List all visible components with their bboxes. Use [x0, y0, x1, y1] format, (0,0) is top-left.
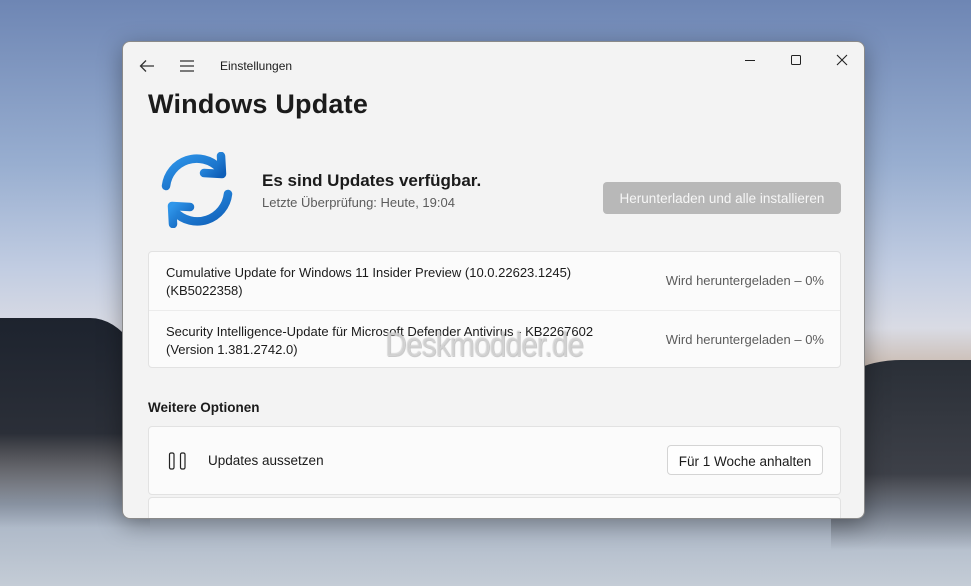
- update-name-line2: (Version 1.381.2742.0): [166, 342, 298, 357]
- last-check-text: Letzte Überprüfung: Heute, 19:04: [262, 195, 455, 210]
- pause-updates-label: Updates aussetzen: [208, 453, 324, 468]
- maximize-icon[interactable]: [781, 50, 811, 70]
- pause-one-week-button[interactable]: Für 1 Woche anhalten: [667, 445, 823, 475]
- hamburger-menu-icon[interactable]: [177, 56, 197, 76]
- watermark: Deskmodder.de: [385, 326, 584, 364]
- sync-icon: [157, 151, 237, 229]
- download-install-all-button[interactable]: Herunterladen und alle installieren: [603, 182, 841, 214]
- update-download-status: Wird heruntergeladen – 0%: [665, 332, 824, 347]
- update-download-status: Wird heruntergeladen – 0%: [665, 273, 824, 288]
- update-status-headline: Es sind Updates verfügbar.: [262, 171, 482, 190]
- list-item: Cumulative Update for Windows 11 Insider…: [149, 252, 840, 309]
- update-name-line1: Cumulative Update for Windows 11 Insider…: [166, 265, 572, 280]
- back-arrow-icon[interactable]: [137, 56, 157, 76]
- title-bar: Einstellungen: [123, 42, 864, 88]
- update-name: Cumulative Update for Windows 11 Insider…: [166, 264, 636, 300]
- page-title: Windows Update: [148, 89, 369, 119]
- update-name-line2: (KB5022358): [166, 283, 243, 298]
- more-options-heading: Weitere Optionen: [148, 400, 260, 415]
- pause-icon: [168, 452, 188, 470]
- minimize-icon[interactable]: [735, 50, 765, 70]
- close-icon[interactable]: [827, 50, 857, 70]
- window-title: Einstellungen: [220, 59, 293, 73]
- next-option-card[interactable]: [148, 497, 841, 518]
- pause-updates-card: Updates aussetzen Für 1 Woche anhalten: [148, 426, 841, 495]
- settings-window: Einstellungen Windows Update Es sind Upd…: [122, 41, 865, 519]
